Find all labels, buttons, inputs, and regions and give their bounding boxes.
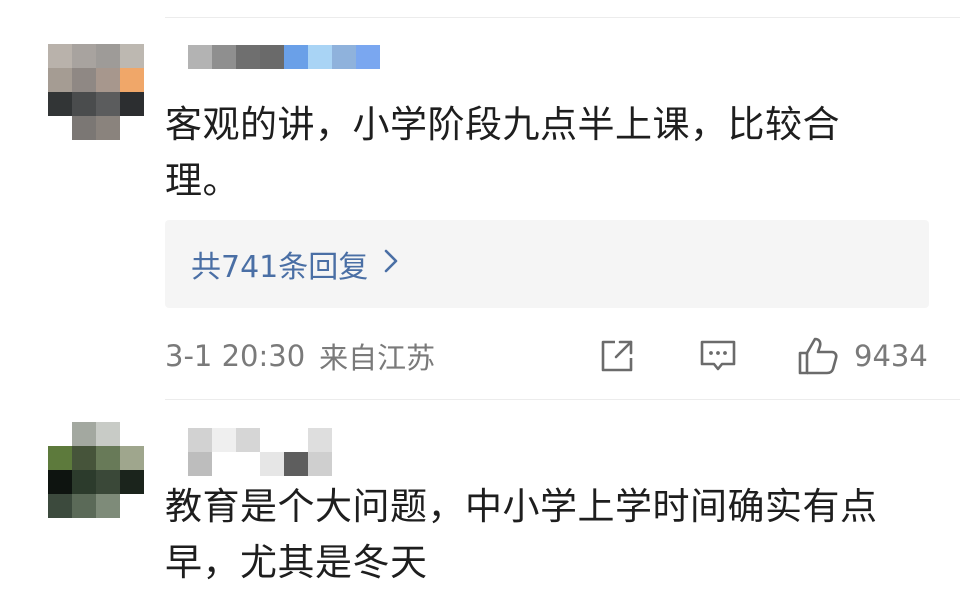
avatar[interactable] (48, 422, 144, 518)
share-button[interactable] (598, 332, 636, 380)
view-replies-button[interactable]: 共741条回复 (165, 220, 929, 308)
share-icon (598, 337, 636, 375)
divider (165, 399, 960, 400)
replies-count-label: 共741条回复 (191, 250, 369, 285)
username[interactable] (188, 45, 380, 69)
like-count: 9434 (854, 339, 928, 373)
avatar[interactable] (48, 44, 144, 140)
comment-meta: 3-1 20:30 来自江苏 (165, 334, 435, 378)
comment-button[interactable] (698, 332, 738, 380)
like-button[interactable]: 9434 (796, 332, 928, 380)
divider-top (165, 17, 960, 18)
comment-text: 客观的讲，小学阶段九点半上课，比较合理。 (165, 103, 840, 202)
comment-text: 教育是个大问题，中小学上学时间确实有点早，尤其是冬天 (165, 485, 878, 584)
comment-location: 来自江苏 (319, 341, 436, 375)
comment-time: 3-1 20:30 (165, 339, 306, 373)
username[interactable] (188, 428, 332, 476)
chevron-right-icon (384, 249, 398, 280)
comment-icon (698, 336, 738, 376)
thumbs-up-icon (796, 334, 840, 378)
